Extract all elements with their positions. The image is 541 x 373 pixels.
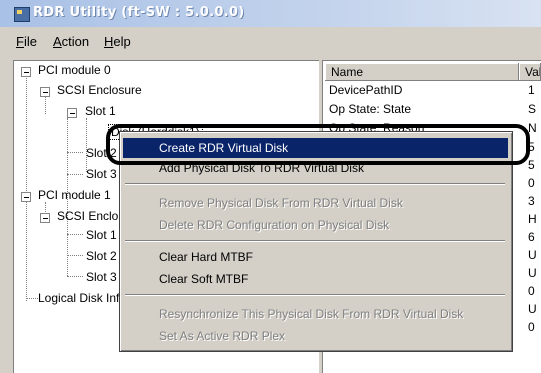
list-row-value: 0: [528, 284, 535, 298]
list-row-value: 0: [528, 320, 535, 334]
collapse-toggle-icon[interactable]: [40, 87, 50, 97]
menu-help-label: elp: [113, 34, 131, 49]
title-bar[interactable]: RDR Utility (ft-SW : 5.0.0.0): [0, 0, 541, 27]
list-row-name[interactable]: Op State: State: [329, 102, 411, 117]
column-header-name[interactable]: Name: [325, 63, 519, 81]
rdr-utility-window: RDR Utility (ft-SW : 5.0.0.0) File Actio…: [0, 0, 541, 373]
menu-separator: [125, 183, 505, 185]
collapse-toggle-icon[interactable]: [21, 192, 31, 202]
menu-separator: [125, 240, 505, 242]
tree-line: [67, 174, 83, 175]
menu-item-remove-physical-disk[interactable]: Remove Physical Disk From RDR Virtual Di…: [123, 193, 508, 213]
menu-item-resynchronize[interactable]: Resynchronize This Physical Disk From RD…: [123, 304, 508, 324]
tree-item-pci-module-1[interactable]: PCI module 1: [38, 188, 111, 203]
list-row-value: 1: [528, 83, 535, 97]
column-header-value[interactable]: Value: [519, 63, 541, 81]
tree-line: [67, 255, 83, 256]
collapse-toggle-icon[interactable]: [40, 213, 50, 223]
tree-line: [67, 234, 83, 235]
menu-item-clear-soft-mtbf[interactable]: Clear Soft MTBF: [123, 269, 508, 289]
list-row-value: S: [528, 102, 537, 116]
tree-line: [26, 76, 27, 301]
menu-action-label: ction: [61, 34, 90, 49]
collapse-toggle-icon[interactable]: [21, 67, 31, 77]
tree-item-slot-2b[interactable]: Slot 2: [86, 249, 117, 264]
menu-file-label: ile: [23, 34, 37, 49]
list-row-value: 3: [528, 194, 535, 208]
window-title: RDR Utility (ft-SW : 5.0.0.0): [33, 5, 245, 20]
tree-line: [86, 118, 87, 172]
menu-item-clear-hard-mtbf[interactable]: Clear Hard MTBF: [123, 247, 508, 267]
list-row-value: 6: [528, 230, 535, 244]
highlight-callout-box: [106, 124, 530, 165]
tree-line: [67, 276, 83, 277]
list-row-name[interactable]: DevicePathID: [329, 83, 402, 98]
menu-help-mnemonic: H: [104, 34, 114, 49]
tree-line: [26, 298, 38, 299]
menu-item-set-active-rdr-plex[interactable]: Set As Active RDR Plex: [123, 326, 508, 346]
tree-item-pci-module-0[interactable]: PCI module 0: [38, 63, 111, 78]
menu-action-mnemonic: A: [53, 34, 62, 49]
menu-file-mnemonic: F: [16, 34, 24, 49]
list-row-value: U: [528, 248, 537, 262]
app-icon: [14, 7, 30, 22]
menu-separator: [125, 294, 505, 296]
list-row-value: U: [528, 302, 537, 316]
menu-item-delete-rdr-configuration[interactable]: Delete RDR Configuration on Physical Dis…: [123, 215, 508, 235]
tree-item-scsi-enclosure-0[interactable]: SCSI Enclosure: [57, 83, 142, 98]
collapse-toggle-icon[interactable]: [67, 108, 77, 118]
list-row-value: 5: [528, 158, 535, 172]
tree-item-slot-3[interactable]: Slot 3: [86, 167, 117, 182]
list-row-value: U: [528, 266, 537, 280]
list-row-value: 0: [528, 176, 535, 190]
tree-item-slot-3b[interactable]: Slot 3: [86, 270, 117, 285]
menu-help[interactable]: Help: [104, 34, 131, 49]
menu-file[interactable]: File: [16, 34, 37, 49]
tree-item-slot-1[interactable]: Slot 1: [85, 104, 116, 119]
menu-action[interactable]: Action: [53, 34, 89, 49]
tree-line: [67, 152, 83, 153]
tree-item-slot-1b[interactable]: Slot 1: [86, 228, 117, 243]
list-row-value: H: [528, 212, 537, 226]
tree-line: [45, 97, 46, 114]
